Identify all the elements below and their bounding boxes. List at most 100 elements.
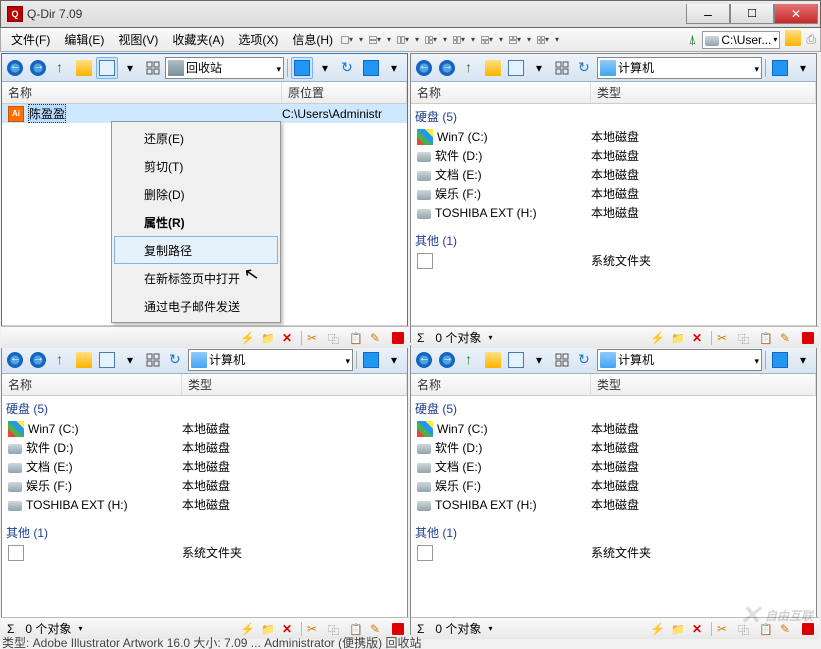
refresh-button[interactable] <box>337 57 359 79</box>
col-name[interactable]: 名称 <box>411 374 591 395</box>
dd-1[interactable] <box>355 32 367 48</box>
layout-2v-icon[interactable] <box>397 32 409 48</box>
list-item[interactable]: 系统文件夹 <box>2 543 407 562</box>
view-mode-dd[interactable]: ▾ <box>119 349 141 371</box>
pane3-body[interactable]: 硬盘 (5) Win7 (C:)本地磁盘软件 (D:)本地磁盘文档 (E:)本地… <box>2 396 407 617</box>
monitor-dd[interactable]: ▾ <box>314 57 336 79</box>
col-type[interactable]: 类型 <box>182 374 407 395</box>
monitor2-dd[interactable]: ▾ <box>383 57 405 79</box>
toolbar-extra2-icon[interactable]: ⎙ <box>806 32 816 47</box>
menu-view[interactable]: 视图(V) <box>112 29 164 50</box>
minimize-button[interactable] <box>686 4 730 24</box>
nav-forward-button[interactable] <box>27 349 49 371</box>
newfolder-icon[interactable] <box>259 329 277 347</box>
dd-3[interactable] <box>411 32 423 48</box>
delete-icon[interactable] <box>690 329 708 347</box>
list-item[interactable]: 娱乐 (F:)本地磁盘 <box>411 184 816 203</box>
layout-3c-icon[interactable] <box>481 32 493 48</box>
nav-folder-button[interactable] <box>482 57 504 79</box>
list-item[interactable]: 娱乐 (F:)本地磁盘 <box>2 476 407 495</box>
col-name[interactable]: 名称 <box>2 82 282 103</box>
list-item[interactable]: 软件 (D:)本地磁盘 <box>2 438 407 457</box>
list-item[interactable]: TOSHIBA EXT (H:)本地磁盘 <box>411 495 816 514</box>
list-item[interactable]: TOSHIBA EXT (H:)本地磁盘 <box>411 203 816 222</box>
view-mode-button[interactable] <box>96 349 118 371</box>
list-item[interactable]: 文档 (E:)本地磁盘 <box>411 165 816 184</box>
layout-1-icon[interactable] <box>341 32 353 48</box>
nav-up-button[interactable] <box>459 57 481 79</box>
location-select[interactable]: 计算机 <box>597 349 762 371</box>
nav-back-button[interactable] <box>413 57 435 79</box>
col-type[interactable]: 类型 <box>591 374 816 395</box>
monitor-dd[interactable]: ▾ <box>383 349 405 371</box>
dd-7[interactable] <box>523 32 535 48</box>
layout-4-icon[interactable] <box>537 32 549 48</box>
list-item[interactable]: Win7 (C:)本地磁盘 <box>411 127 816 146</box>
toolbar-extra-icon[interactable] <box>782 30 804 49</box>
address-combo[interactable]: C:\User... ▾ <box>702 31 780 49</box>
location-arrow-icon[interactable] <box>276 61 281 75</box>
monitor-button[interactable] <box>769 349 791 371</box>
monitor-button[interactable] <box>360 349 382 371</box>
edit-icon[interactable] <box>368 329 386 347</box>
paste-icon[interactable] <box>757 329 775 347</box>
list-item[interactable]: Win7 (C:)本地磁盘 <box>411 419 816 438</box>
location-select[interactable]: 回收站 <box>165 57 284 79</box>
location-select[interactable]: 计算机 <box>188 349 353 371</box>
list-item[interactable]: 软件 (D:)本地磁盘 <box>411 438 816 457</box>
nav-up-button[interactable] <box>50 57 72 79</box>
list-item[interactable]: 系统文件夹 <box>411 251 816 270</box>
layout-3d-icon[interactable] <box>509 32 521 48</box>
panes-button[interactable] <box>142 57 164 79</box>
list-item[interactable]: 娱乐 (F:)本地磁盘 <box>411 476 816 495</box>
edit-icon[interactable] <box>778 329 796 347</box>
monitor-dd[interactable]: ▾ <box>792 349 814 371</box>
dd-8[interactable] <box>551 32 563 48</box>
status-dd[interactable]: ▾ <box>78 624 82 633</box>
refresh-button[interactable] <box>574 349 596 371</box>
layout-3b-icon[interactable] <box>453 32 465 48</box>
maximize-button[interactable] <box>730 4 774 24</box>
group-disk[interactable]: 硬盘 (5) <box>411 104 816 127</box>
nav-back-button[interactable] <box>4 349 26 371</box>
panes-button[interactable] <box>142 349 164 371</box>
menu-edit[interactable]: 编辑(E) <box>58 29 110 50</box>
newfolder-icon[interactable] <box>669 329 687 347</box>
location-arrow-icon[interactable] <box>754 353 759 367</box>
panes-button[interactable] <box>551 57 573 79</box>
cut-icon[interactable] <box>305 329 323 347</box>
context-menu-item[interactable]: 还原(E) <box>114 124 278 152</box>
status-dd[interactable]: ▾ <box>488 333 492 342</box>
nav-back-button[interactable] <box>4 57 26 79</box>
refresh-button[interactable] <box>165 349 187 371</box>
nav-up-button[interactable] <box>459 349 481 371</box>
group-disk[interactable]: 硬盘 (5) <box>2 396 407 419</box>
menu-favorites[interactable]: 收藏夹(A) <box>166 29 230 50</box>
dd-6[interactable] <box>495 32 507 48</box>
context-menu-item[interactable]: 剪切(T) <box>114 152 278 180</box>
location-arrow-icon[interactable] <box>345 353 350 367</box>
nav-up-button[interactable] <box>50 349 72 371</box>
status-dd[interactable]: ▾ <box>488 624 492 633</box>
view-mode-dd[interactable]: ▾ <box>528 57 550 79</box>
list-item[interactable]: Win7 (C:)本地磁盘 <box>2 419 407 438</box>
monitor-button[interactable] <box>291 57 313 79</box>
pane4-body[interactable]: 硬盘 (5) Win7 (C:)本地磁盘软件 (D:)本地磁盘文档 (E:)本地… <box>411 396 816 617</box>
close-button[interactable] <box>774 4 818 24</box>
dd-2[interactable] <box>383 32 395 48</box>
flash-icon[interactable] <box>238 329 256 347</box>
refresh-button[interactable] <box>574 57 596 79</box>
nav-folder-button[interactable] <box>482 349 504 371</box>
view-mode-dd[interactable]: ▾ <box>528 349 550 371</box>
list-item[interactable]: 软件 (D:)本地磁盘 <box>411 146 816 165</box>
layout-3a-icon[interactable] <box>425 32 437 48</box>
dd-4[interactable] <box>439 32 451 48</box>
monitor-dd[interactable]: ▾ <box>792 57 814 79</box>
col-type[interactable]: 类型 <box>591 82 816 103</box>
nav-folder-button[interactable] <box>73 349 95 371</box>
group-other[interactable]: 其他 (1) <box>411 520 816 543</box>
menu-options[interactable]: 选项(X) <box>232 29 284 50</box>
context-menu-item[interactable]: 属性(R) <box>114 208 278 236</box>
view-mode-dd[interactable]: ▾ <box>119 57 141 79</box>
group-other[interactable]: 其他 (1) <box>2 520 407 543</box>
